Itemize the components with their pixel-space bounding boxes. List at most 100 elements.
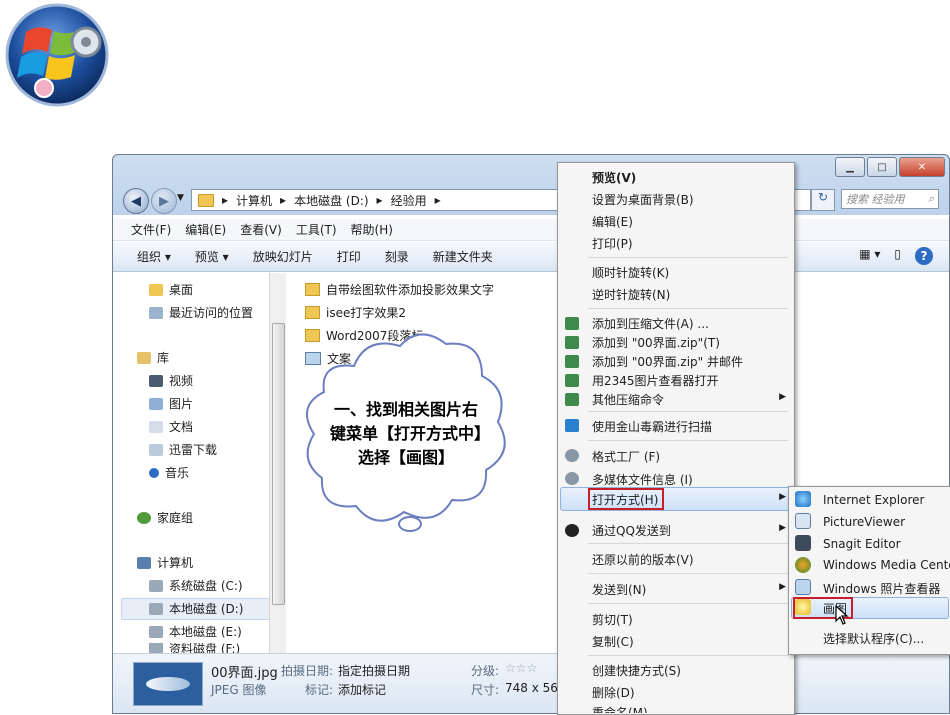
submenu-item-picture-viewer[interactable]: PictureViewer (823, 515, 905, 529)
menu-item-add-to-archive[interactable]: 添加到压缩文件(A) ... (592, 315, 709, 332)
menu-item-open-with[interactable]: 打开方式(H) (592, 491, 658, 508)
submenu-item-internet-explorer[interactable]: Internet Explorer (823, 493, 924, 507)
navigation-pane: 桌面 最近访问的位置 库 视频 图片 文档 迅雷下载 音乐 家庭组 计算机 系统… (113, 273, 283, 653)
windows-media-center-icon (795, 557, 811, 573)
menu-item-set-desktop-background[interactable]: 设置为桌面背景(B) (592, 191, 694, 208)
new-folder-button[interactable]: 新建文件夹 (433, 248, 493, 265)
window-controls: ▁ □ ✕ (835, 157, 945, 177)
nav-drive-e[interactable]: 本地磁盘 (E:) (149, 623, 242, 640)
help-icon[interactable]: ? (915, 247, 933, 265)
forward-button[interactable]: ▶ (151, 188, 177, 214)
snagit-icon (795, 535, 811, 551)
menu-separator (588, 308, 788, 309)
menu-separator (588, 411, 788, 412)
picture-icon (149, 397, 163, 410)
detail-date-value[interactable]: 指定拍摄日期 (338, 662, 410, 679)
rating-stars[interactable]: ☆☆☆ (505, 661, 537, 675)
menu-item-copy[interactable]: 复制(C) (592, 633, 634, 650)
list-item[interactable]: 自带绘图软件添加投影效果文字 (305, 281, 494, 298)
folder-icon (305, 283, 320, 296)
command-bar: 组织 ▾ 预览 ▾ 放映幻灯片 打印 刻录 新建文件夹 ▦ ▾ ▯ ? (113, 242, 949, 272)
menu-item-add-to-zip-and-email[interactable]: 添加到 "00界面.zip" 并邮件 (592, 353, 743, 370)
menu-help[interactable]: 帮助(H) (351, 221, 393, 238)
print-button[interactable]: 打印 (337, 248, 361, 265)
menu-file[interactable]: 文件(F) (131, 221, 171, 238)
computer-icon (137, 556, 151, 569)
preview-pane-icon[interactable]: ▯ (894, 247, 901, 265)
library-icon (137, 351, 151, 364)
nav-videos[interactable]: 视频 (149, 372, 193, 389)
nav-label: 图片 (169, 397, 194, 411)
menu-item-restore-previous-versions[interactable]: 还原以前的版本(V) (592, 551, 694, 568)
menu-item-cut[interactable]: 剪切(T) (592, 611, 633, 628)
organize-button[interactable]: 组织 ▾ (137, 248, 171, 265)
nav-libraries[interactable]: 库 (137, 349, 169, 366)
nav-recent[interactable]: 最近访问的位置 (149, 304, 253, 321)
menu-view[interactable]: 查看(V) (240, 221, 282, 238)
photo-viewer-icon (795, 579, 811, 595)
breadcrumb-folder[interactable]: 经验用 (391, 192, 427, 209)
nav-drive-d[interactable]: 本地磁盘 (D:) (149, 600, 243, 617)
scrollbar-thumb[interactable] (272, 323, 285, 605)
submenu-item-windows-photo-viewer[interactable]: Windows 照片查看器 (823, 580, 940, 597)
breadcrumb-drive-d[interactable]: 本地磁盘 (D:) (294, 192, 368, 209)
nav-documents[interactable]: 文档 (149, 418, 193, 435)
refresh-button[interactable]: ↻ (811, 189, 835, 211)
menu-item-preview[interactable]: 预览(V) (592, 169, 636, 186)
nav-label: 迅雷下载 (169, 443, 218, 457)
menu-item-edit[interactable]: 编辑(E) (592, 213, 633, 230)
drive-icon (149, 643, 163, 653)
view-options-icon[interactable]: ▦ ▾ (859, 247, 880, 265)
menu-item-add-to-zip[interactable]: 添加到 "00界面.zip"(T) (592, 334, 720, 351)
back-button[interactable]: ◀ (123, 188, 149, 214)
close-button[interactable]: ✕ (899, 157, 945, 177)
menu-item-open-with-2345[interactable]: 用2345图片查看器打开 (592, 372, 719, 389)
menu-item-rotate-counterclockwise[interactable]: 逆时针旋转(N) (592, 286, 670, 303)
breadcrumb-computer[interactable]: 计算机 (236, 192, 272, 209)
nav-thunder-downloads[interactable]: 迅雷下载 (149, 441, 217, 458)
nav-music[interactable]: 音乐 (149, 464, 189, 481)
menu-item-rename[interactable]: 重命名(M) (592, 704, 648, 713)
search-input[interactable]: 搜索 经验用 ⌕ (841, 189, 939, 209)
nav-pictures[interactable]: 图片 (149, 395, 193, 412)
menu-item-media-info[interactable]: 多媒体文件信息 (I) (592, 471, 693, 488)
nav-drive-c[interactable]: 系统磁盘 (C:) (149, 577, 243, 594)
menu-item-format-factory[interactable]: 格式工厂 (F) (592, 448, 660, 465)
nav-drive-f[interactable]: 资料磁盘 (F:) (149, 643, 240, 653)
preview-button[interactable]: 预览 ▾ (195, 248, 229, 265)
detail-tag-value[interactable]: 添加标记 (338, 681, 386, 698)
submenu-arrow-icon: ▶ (779, 492, 786, 502)
detail-rating-label: 分级: (471, 664, 500, 678)
history-dropdown-icon[interactable]: ▼ (177, 193, 184, 203)
slideshow-button[interactable]: 放映幻灯片 (253, 248, 313, 265)
nav-label: 计算机 (157, 556, 194, 570)
menu-item-send-via-qq[interactable]: 通过QQ发送到 (592, 522, 671, 539)
menu-item-delete[interactable]: 删除(D) (592, 684, 635, 701)
submenu-item-windows-media-center[interactable]: Windows Media Cente (823, 558, 950, 572)
nav-homegroup[interactable]: 家庭组 (137, 509, 193, 526)
menu-item-kingsoft-scan[interactable]: 使用金山毒霸进行扫描 (592, 418, 712, 435)
submenu-item-snagit-editor[interactable]: Snagit Editor (823, 537, 901, 551)
arrow-right-icon: ▶ (159, 193, 169, 209)
menu-item-print[interactable]: 打印(P) (592, 235, 633, 252)
nav-desktop[interactable]: 桌面 (149, 281, 193, 298)
menu-item-create-shortcut[interactable]: 创建快捷方式(S) (592, 662, 681, 679)
menu-tools[interactable]: 工具(T) (296, 221, 337, 238)
arrow-left-icon: ◀ (131, 193, 141, 209)
detail-tag-label: 标记: (305, 683, 334, 697)
minimize-button[interactable]: ▁ (835, 157, 865, 177)
menu-item-send-to[interactable]: 发送到(N) (592, 581, 646, 598)
menu-edit[interactable]: 编辑(E) (185, 221, 226, 238)
submenu-item-choose-default[interactable]: 选择默认程序(C)... (823, 630, 924, 647)
menu-item-rotate-clockwise[interactable]: 顺时针旋转(K) (592, 264, 669, 281)
maximize-button[interactable]: □ (867, 157, 897, 177)
picture-viewer-icon (795, 513, 811, 529)
burn-button[interactable]: 刻录 (385, 248, 409, 265)
nav-computer[interactable]: 计算机 (137, 554, 193, 571)
nav-scrollbar[interactable] (269, 273, 286, 653)
chevron-right-icon: ▸ (280, 193, 287, 207)
nav-label: 本地磁盘 (E:) (169, 625, 242, 639)
menu-separator (588, 655, 788, 656)
drive-icon (149, 625, 163, 638)
menu-item-other-compress[interactable]: 其他压缩命令 (592, 391, 664, 408)
